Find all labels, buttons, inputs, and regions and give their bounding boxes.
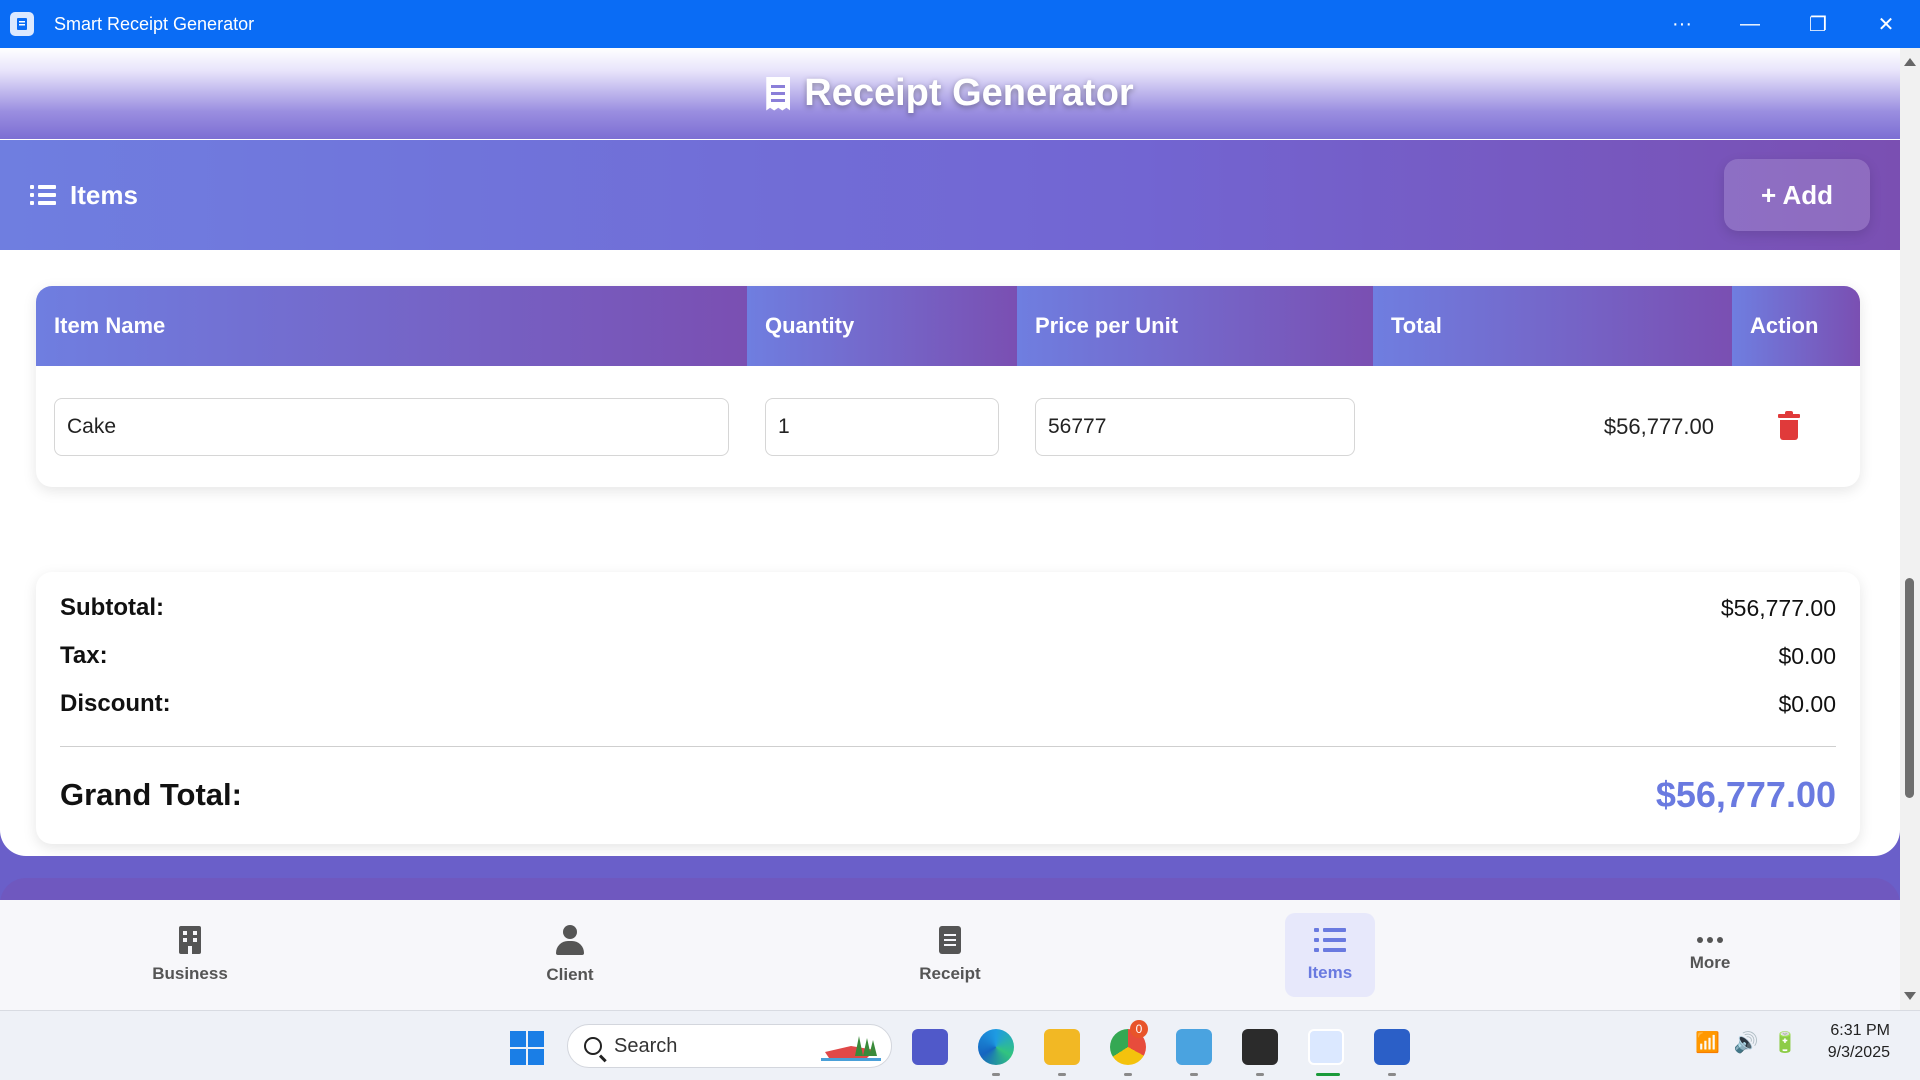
items-section-label: Items bbox=[70, 179, 138, 210]
wifi-icon[interactable]: 📶 bbox=[1695, 1030, 1720, 1055]
tax-value: $0.00 bbox=[1778, 642, 1836, 669]
item-name-input[interactable]: Cake bbox=[54, 397, 729, 456]
app-content: Receipt Generator Items + Add Item Name … bbox=[0, 48, 1900, 1010]
nav-item-receipt[interactable]: Receipt bbox=[760, 900, 1140, 1010]
page-title: Receipt Generator bbox=[804, 72, 1134, 114]
active-app-indicator bbox=[1316, 1073, 1340, 1076]
quantity-input[interactable]: 1 bbox=[765, 397, 999, 456]
subtotal-value: $56,777.00 bbox=[1720, 594, 1836, 621]
nav-item-business[interactable]: Business bbox=[0, 900, 380, 1010]
column-header-price: Price per Unit bbox=[1017, 286, 1373, 366]
grand-total-row: Grand Total: $56,777.00 bbox=[60, 747, 1836, 843]
summary-card: Subtotal: $56,777.00 Tax: $0.00 Discount… bbox=[36, 572, 1860, 844]
taskbar: Search bbox=[0, 1010, 1920, 1080]
running-indicator bbox=[1388, 1073, 1396, 1076]
running-indicator bbox=[1256, 1073, 1264, 1076]
file-explorer-icon[interactable] bbox=[1044, 1029, 1080, 1065]
nav-label-more: More bbox=[1689, 953, 1731, 972]
scroll-up-icon[interactable] bbox=[1904, 58, 1916, 66]
building-icon bbox=[179, 926, 201, 954]
table-header: Item Name Quantity Price per Unit Total … bbox=[36, 286, 1860, 366]
column-header-quantity: Quantity bbox=[747, 286, 1017, 366]
subtotal-row: Subtotal: $56,777.00 bbox=[60, 584, 1836, 632]
running-indicator bbox=[1124, 1073, 1132, 1076]
column-header-total: Total bbox=[1373, 286, 1732, 366]
notepad-icon[interactable] bbox=[1176, 1029, 1212, 1065]
battery-icon[interactable]: 🔋 bbox=[1773, 1030, 1798, 1055]
running-indicator bbox=[1058, 1073, 1066, 1076]
windows-start-icon[interactable] bbox=[510, 1031, 544, 1065]
row-total: $56,777.00 bbox=[1603, 413, 1714, 439]
chrome-notification-badge: 0 bbox=[1130, 1020, 1148, 1038]
scroll-down-icon[interactable] bbox=[1904, 992, 1916, 1000]
volume-icon[interactable]: 🔊 bbox=[1734, 1030, 1759, 1055]
document-icon bbox=[939, 926, 961, 954]
receipt-app-taskbar-icon[interactable] bbox=[1308, 1029, 1344, 1065]
list-icon bbox=[1314, 927, 1346, 953]
terminal-icon[interactable] bbox=[1242, 1029, 1278, 1065]
nav-label-receipt: Receipt bbox=[919, 964, 981, 983]
app-icon bbox=[10, 12, 34, 36]
receipt-icon bbox=[766, 76, 791, 111]
running-indicator bbox=[992, 1073, 1000, 1076]
items-panel: Item Name Quantity Price per Unit Total … bbox=[0, 250, 1900, 856]
clock-date: 9/3/2025 bbox=[1827, 1044, 1890, 1061]
more-options-button[interactable]: ··· bbox=[1648, 0, 1716, 48]
column-header-action: Action bbox=[1732, 286, 1860, 366]
taskbar-search-placeholder: Search bbox=[614, 1034, 678, 1057]
discount-label: Discount: bbox=[60, 690, 171, 717]
search-icon bbox=[584, 1037, 602, 1055]
add-item-button[interactable]: + Add bbox=[1724, 159, 1870, 231]
close-button[interactable]: ✕ bbox=[1852, 0, 1920, 48]
grand-total-label: Grand Total: bbox=[60, 777, 242, 812]
window-titlebar: Smart Receipt Generator ··· — ❐ ✕ bbox=[0, 0, 1920, 48]
price-input[interactable]: 56777 bbox=[1035, 397, 1355, 456]
restore-button[interactable]: ❐ bbox=[1784, 0, 1852, 48]
nav-item-more[interactable]: More bbox=[1520, 900, 1900, 1010]
list-icon bbox=[30, 184, 56, 206]
items-section-header: Items + Add bbox=[0, 140, 1900, 250]
column-header-item-name: Item Name bbox=[36, 286, 747, 366]
tax-label: Tax: bbox=[60, 642, 108, 669]
search-highlight-icon bbox=[821, 1036, 881, 1061]
grand-total-value: $56,777.00 bbox=[1655, 774, 1836, 815]
nav-item-client[interactable]: Client bbox=[380, 900, 760, 1010]
teams-icon[interactable] bbox=[912, 1029, 948, 1065]
minimize-button[interactable]: — bbox=[1716, 0, 1784, 48]
scrollbar-thumb[interactable] bbox=[1905, 578, 1914, 798]
trash-icon[interactable] bbox=[1778, 410, 1800, 440]
running-indicator bbox=[1190, 1073, 1198, 1076]
system-tray[interactable]: 📶 🔊 🔋 bbox=[1695, 1030, 1798, 1055]
nav-label-client: Client bbox=[546, 965, 594, 984]
items-table: Item Name Quantity Price per Unit Total … bbox=[36, 286, 1860, 487]
taskbar-search[interactable]: Search bbox=[567, 1024, 892, 1068]
nav-label-business: Business bbox=[152, 964, 228, 983]
more-dots-icon bbox=[1697, 937, 1723, 943]
app-header: Receipt Generator bbox=[0, 48, 1900, 140]
discount-row: Discount: $0.00 bbox=[60, 680, 1836, 728]
nav-item-items[interactable]: Items bbox=[1140, 900, 1520, 1010]
word-icon[interactable] bbox=[1374, 1029, 1410, 1065]
clock[interactable]: 6:31 PM 9/3/2025 bbox=[1828, 1020, 1890, 1064]
nav-label-items: Items bbox=[1307, 963, 1353, 982]
tax-row: Tax: $0.00 bbox=[60, 632, 1836, 680]
bottom-navigation: Business Client Receipt Items More bbox=[0, 900, 1900, 1010]
clock-time: 6:31 PM bbox=[1830, 1022, 1890, 1039]
edge-icon[interactable] bbox=[978, 1029, 1014, 1065]
discount-value: $0.00 bbox=[1778, 690, 1836, 717]
window-title: Smart Receipt Generator bbox=[54, 13, 255, 34]
person-icon bbox=[556, 925, 584, 955]
table-row: Cake 1 56777 $56,777.00 bbox=[36, 366, 1860, 487]
vertical-scrollbar[interactable] bbox=[1900, 48, 1920, 1010]
subtotal-label: Subtotal: bbox=[60, 594, 164, 621]
